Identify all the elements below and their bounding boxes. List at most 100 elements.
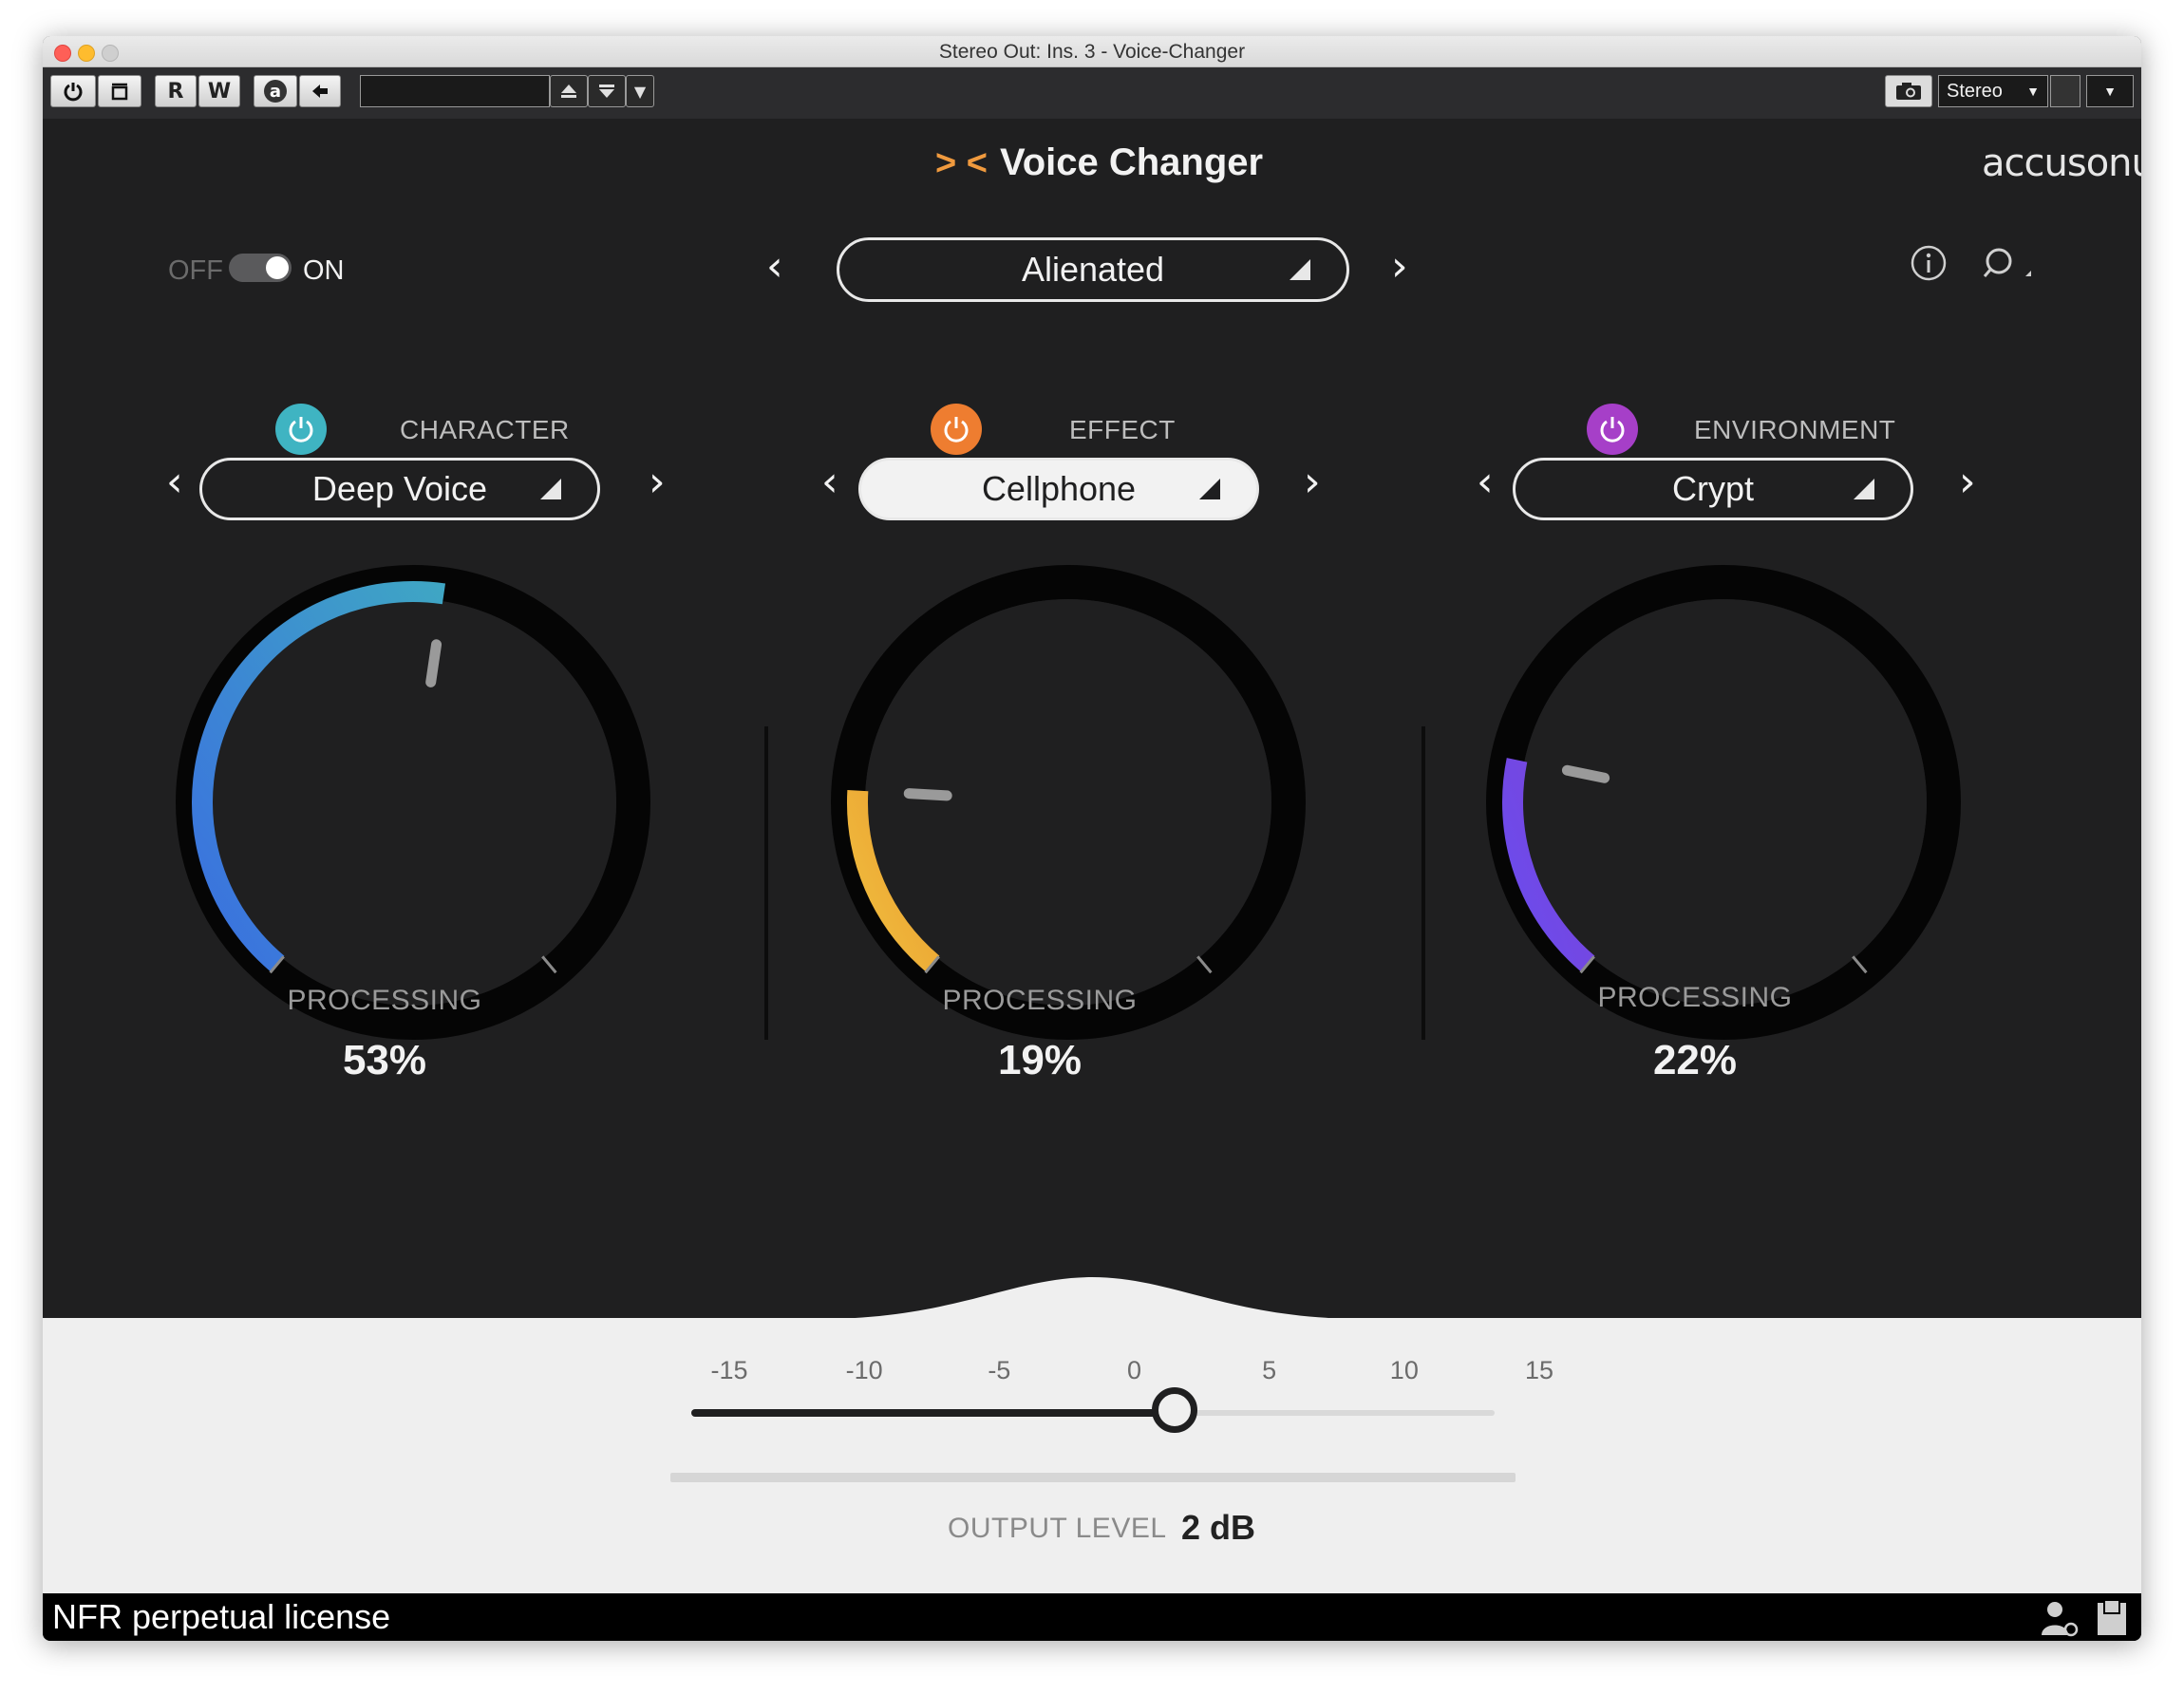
manual-button[interactable]	[2096, 1599, 2128, 1641]
dropdown-triangle-icon	[1854, 479, 1874, 499]
user-icon	[2042, 1602, 2079, 1637]
bypass-power-button[interactable]	[50, 75, 96, 107]
host-toolbar: R W a ▼ Stereo ▼ ▼	[43, 67, 2141, 119]
arrow-left-icon	[312, 85, 328, 98]
preset-save-button[interactable]	[588, 75, 626, 107]
effect-next-button[interactable]: ›	[1304, 458, 1321, 506]
output-level-value: 2 dB	[1181, 1508, 1256, 1547]
effect-section: EFFECT ‹ Cellphone › PROCESSING 19%	[821, 404, 1391, 1220]
info-button[interactable]	[1910, 244, 1948, 287]
effect-section-label: EFFECT	[1069, 415, 1176, 444]
dropdown-triangle-icon	[1290, 259, 1310, 280]
slider-fill	[691, 1409, 1176, 1417]
search-button[interactable]	[1982, 244, 2035, 291]
environment-power-button[interactable]	[1587, 404, 1638, 455]
power-toggle-group: OFF ON	[168, 252, 377, 290]
effect-processing-label: PROCESSING	[942, 985, 1138, 1016]
deactivate-button[interactable]	[98, 75, 141, 107]
chevron-down-icon: ▼	[2103, 84, 2117, 99]
scale-tick-label: -10	[845, 1356, 883, 1384]
slider-base-bar	[670, 1473, 1516, 1482]
environment-section-label: ENVIRONMENT	[1694, 415, 1896, 444]
scale-tick-label: 15	[1524, 1356, 1554, 1384]
effect-preset-dropdown[interactable]: Cellphone	[858, 458, 1259, 520]
preset-name: Alienated	[1021, 250, 1165, 289]
on-label: ON	[303, 255, 345, 286]
plugin-window: Stereo Out: Ins. 3 - Voice-Changer R W a…	[43, 36, 2141, 1641]
environment-preset-dropdown[interactable]: Crypt	[1513, 458, 1913, 520]
knob-pointer	[425, 639, 442, 687]
environment-next-button[interactable]: ›	[1959, 458, 1976, 506]
routing-extra-field[interactable]	[2050, 75, 2080, 107]
brand-logo: accusonus	[1982, 141, 2141, 185]
power-icon	[944, 417, 969, 442]
preset-back-button[interactable]	[299, 75, 341, 107]
dropdown-triangle-icon	[1199, 479, 1220, 499]
character-preset-name: Deep Voice	[311, 469, 488, 508]
output-slider[interactable]	[691, 1384, 1495, 1441]
info-icon	[1911, 245, 1947, 281]
output-routing-label: Stereo	[1947, 80, 2003, 102]
environment-prev-button[interactable]: ‹	[1477, 458, 1494, 506]
scale-tick-label: 5	[1262, 1356, 1277, 1384]
next-preset-button[interactable]: ›	[1391, 242, 1408, 291]
slider-thumb[interactable]	[1152, 1387, 1198, 1433]
logo-icon: > <	[935, 143, 988, 183]
deactivate-icon	[111, 83, 128, 101]
plugin-header: > < Voice Changer accusonus	[43, 138, 2141, 195]
scale-tick-label: 0	[1126, 1356, 1142, 1384]
preset-load-button[interactable]	[550, 75, 588, 107]
arrow-up-icon	[561, 85, 576, 98]
off-label: OFF	[168, 255, 223, 286]
character-next-button[interactable]: ›	[649, 458, 666, 506]
window-title: Stereo Out: Ins. 3 - Voice-Changer	[938, 41, 1246, 63]
character-processing-label: PROCESSING	[287, 985, 482, 1016]
auto-button[interactable]: a	[254, 75, 297, 107]
search-icon	[1983, 248, 2031, 277]
output-routing-select[interactable]: Stereo ▼	[1938, 75, 2048, 107]
power-icon	[289, 417, 313, 442]
character-power-button[interactable]	[275, 404, 327, 455]
power-switch[interactable]	[229, 254, 292, 282]
preset-menu-button[interactable]: ▼	[626, 75, 654, 107]
environment-processing-knob[interactable]	[1477, 555, 1970, 1049]
character-section-label: CHARACTER	[400, 415, 570, 444]
effect-prev-button[interactable]: ‹	[821, 458, 838, 506]
read-automation-button[interactable]: R	[155, 75, 197, 107]
section-divider	[1421, 726, 1425, 1040]
preset-name-field[interactable]	[360, 75, 550, 107]
status-bar: NFR perpetual license	[43, 1593, 2141, 1641]
character-preset-dropdown[interactable]: Deep Voice	[199, 458, 600, 520]
window-menu-button[interactable]: ▼	[2086, 75, 2134, 107]
title-bar: Stereo Out: Ins. 3 - Voice-Changer	[43, 36, 2141, 67]
output-panel: -15 -10 -5 0 5 10 15 OUTPUT LEVEL 2 dB	[43, 1318, 2141, 1593]
character-processing-knob[interactable]	[166, 555, 660, 1049]
power-icon	[1600, 417, 1625, 442]
environment-processing-value: 22%	[1652, 1037, 1738, 1083]
effect-processing-value: 19%	[997, 1037, 1083, 1083]
knob-pointer	[903, 788, 952, 801]
effect-processing-knob[interactable]	[821, 555, 1315, 1049]
effect-preset-name: Cellphone	[981, 469, 1137, 508]
preset-dropdown[interactable]: Alienated	[837, 237, 1349, 302]
switch-knob	[266, 256, 289, 279]
effect-power-button[interactable]	[931, 404, 982, 455]
scale-tick-label: 10	[1389, 1356, 1419, 1384]
scale-tick-label: -5	[988, 1356, 1011, 1384]
environment-processing-label: PROCESSING	[1597, 982, 1793, 1013]
chevron-down-icon: ▼	[633, 82, 647, 101]
snapshot-button[interactable]	[1885, 75, 1932, 107]
chevron-down-icon: ▼	[2026, 84, 2040, 99]
account-button[interactable]	[2039, 1599, 2079, 1641]
power-icon	[64, 83, 83, 102]
plugin-title: Voice Changer	[1000, 141, 1264, 183]
book-icon	[2098, 1601, 2126, 1635]
write-automation-button[interactable]: W	[198, 75, 240, 107]
section-divider	[764, 726, 768, 1040]
auto-icon: a	[264, 80, 287, 103]
character-prev-button[interactable]: ‹	[166, 458, 183, 506]
license-status: NFR perpetual license	[52, 1597, 391, 1636]
arrow-down-icon	[599, 85, 614, 98]
scale-tick-label: -15	[710, 1356, 748, 1384]
previous-preset-button[interactable]: ‹	[766, 242, 783, 291]
